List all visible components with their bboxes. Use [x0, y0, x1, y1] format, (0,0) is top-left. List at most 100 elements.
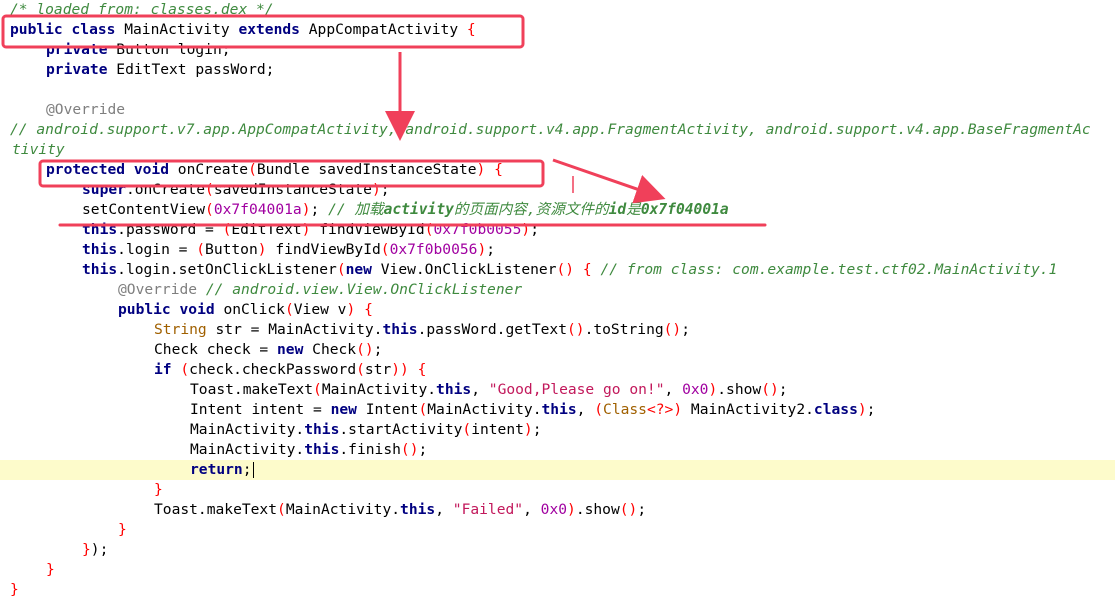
code-token: ; — [373, 341, 383, 358]
code-token: activity — [383, 201, 454, 218]
code-line-content: /* loaded from: classes.dex */ — [10, 1, 274, 18]
code-token: protected void — [46, 161, 170, 178]
code-token: , — [576, 401, 595, 418]
code-line[interactable]: private Button login; — [0, 40, 1115, 60]
code-token: ( — [180, 361, 190, 378]
code-line-content: Check check = new Check(); — [154, 341, 382, 358]
code-token: Intent — [356, 401, 419, 418]
code-line[interactable]: protected void onCreate(Bundle savedInst… — [0, 160, 1115, 180]
code-token: ; — [866, 401, 876, 418]
code-line[interactable] — [0, 80, 1115, 100]
code-token: ; — [380, 181, 390, 198]
code-token: new — [277, 341, 304, 358]
code-token: )) — [391, 361, 409, 378]
code-token: intent — [471, 421, 524, 438]
code-token: MainActivity. — [321, 381, 437, 398]
code-token: ( — [277, 501, 286, 518]
code-line[interactable]: setContentView(0x7f04001a); // 加载activit… — [0, 200, 1115, 220]
code-token: this — [304, 421, 340, 438]
text-cursor — [252, 462, 254, 478]
code-token: ( — [418, 401, 428, 418]
code-token: ) — [857, 401, 867, 418]
code-line[interactable]: public void onClick(View v) { — [0, 300, 1115, 320]
code-token: () — [663, 321, 682, 338]
code-editor[interactable]: /* loaded from: classes.dex */ public cla… — [0, 0, 1115, 600]
code-token: { — [466, 21, 476, 38]
code-token: <?> — [646, 401, 674, 418]
code-line[interactable]: Check check = new Check(); — [0, 340, 1115, 360]
code-line[interactable]: } — [0, 580, 1115, 600]
code-line-content: public class MainActivity extends AppCom… — [10, 21, 476, 38]
code-token: @Override — [118, 281, 198, 298]
code-token: MainActivity — [115, 21, 239, 38]
code-line[interactable]: this.login.setOnClickListener(new View.O… — [0, 260, 1115, 280]
code-line[interactable]: private EditText passWord; — [0, 60, 1115, 80]
code-token: findViewById — [266, 241, 381, 258]
code-token: () — [761, 381, 779, 398]
code-line[interactable]: MainActivity.this.startActivity(intent); — [0, 420, 1115, 440]
code-token: onClick — [214, 301, 285, 318]
code-token: } — [82, 541, 91, 558]
code-token: .login.setOnClickListener — [117, 261, 337, 278]
code-line-content: Toast.makeText(MainActivity.this, "Faile… — [154, 501, 646, 518]
code-line[interactable]: // android.support.v7.app.AppCompatActiv… — [0, 120, 1115, 140]
code-line[interactable]: @Override — [0, 100, 1115, 120]
code-line[interactable]: return; — [0, 460, 1115, 480]
code-token: this — [400, 501, 436, 518]
code-token: ) — [567, 501, 576, 518]
code-line[interactable]: } — [0, 560, 1115, 580]
code-line[interactable]: Intent intent = new Intent(MainActivity.… — [0, 400, 1115, 420]
code-line[interactable]: MainActivity.this.finish(); — [0, 440, 1115, 460]
code-token: ( — [205, 201, 214, 218]
code-line[interactable]: super.onCreate(savedInstanceState); — [0, 180, 1115, 200]
code-token: { — [582, 261, 592, 278]
code-token: View v — [293, 301, 347, 318]
code-token: if — [154, 361, 172, 378]
code-line[interactable]: Toast.makeText(MainActivity.this, "Good,… — [0, 380, 1115, 400]
code-line-content: super.onCreate(savedInstanceState); — [82, 181, 390, 198]
code-token: "Good,Please go on!" — [488, 381, 665, 398]
code-line[interactable]: Toast.makeText(MainActivity.this, "Faile… — [0, 500, 1115, 520]
code-token: 0x7f0b0056 — [389, 241, 478, 258]
code-token: this — [82, 241, 118, 258]
code-line[interactable]: @Override // android.view.View.OnClickLi… — [0, 280, 1115, 300]
code-line[interactable]: } — [0, 520, 1115, 540]
code-line-content: if (check.checkPassword(str)) { — [154, 361, 426, 378]
code-line-content: tivity — [12, 141, 65, 158]
code-line[interactable]: if (check.checkPassword(str)) { — [0, 360, 1115, 380]
code-line[interactable]: public class MainActivity extends AppCom… — [0, 20, 1115, 40]
code-line[interactable]: this.passWord = (EditText) findViewById(… — [0, 220, 1115, 240]
code-token: 0x7f0b0055 — [433, 221, 522, 238]
code-token: ) — [257, 241, 267, 258]
code-line[interactable]: } — [0, 480, 1115, 500]
code-line-content: // android.support.v7.app.AppCompatActiv… — [10, 121, 1091, 138]
code-line-content: setContentView(0x7f04001a); // 加载activit… — [82, 201, 729, 218]
code-token: { — [417, 361, 427, 378]
code-token: public void — [118, 301, 215, 318]
code-token: Check check = — [154, 341, 278, 358]
code-token: this — [436, 381, 472, 398]
code-token: 0x0 — [682, 381, 709, 398]
code-token: Toast.makeText — [154, 501, 278, 518]
code-token: .startActivity — [339, 421, 463, 438]
code-token: MainActivity. — [427, 401, 542, 418]
code-line[interactable]: }); — [0, 540, 1115, 560]
code-line-content: } — [46, 561, 55, 578]
code-token: tivity — [12, 141, 65, 158]
code-token: .passWord = — [117, 221, 223, 238]
code-token: ( — [594, 401, 604, 418]
code-token: id — [608, 201, 627, 218]
code-line[interactable]: tivity — [0, 140, 1115, 160]
code-token: .toString — [584, 321, 664, 338]
code-line-content: } — [154, 481, 163, 498]
code-line[interactable]: String str = MainActivity.this.passWord.… — [0, 320, 1115, 340]
code-token: , — [664, 381, 683, 398]
code-token: View.OnClickListener — [371, 261, 557, 278]
code-token: this — [82, 221, 118, 238]
code-line[interactable]: this.login = (Button) findViewById(0x7f0… — [0, 240, 1115, 260]
code-line[interactable]: /* loaded from: classes.dex */ — [0, 0, 1115, 20]
code-line-content: Intent intent = new Intent(MainActivity.… — [190, 401, 875, 418]
code-line-content: MainActivity.this.startActivity(intent); — [190, 421, 542, 438]
